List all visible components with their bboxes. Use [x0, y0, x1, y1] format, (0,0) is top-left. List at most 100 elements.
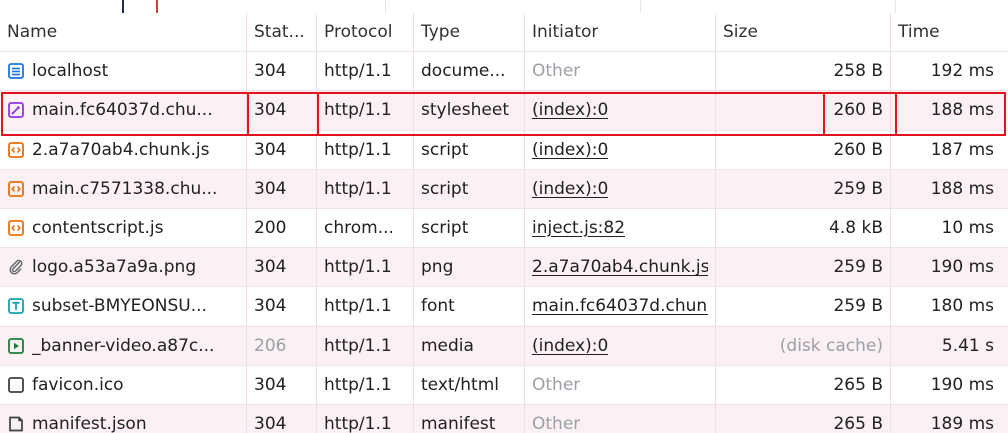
- column-header-size[interactable]: Size: [716, 13, 891, 52]
- timeline-overview: [0, 0, 1008, 13]
- request-size-cell: (disk cache): [716, 326, 891, 365]
- request-name-cell[interactable]: contentscript.js: [0, 208, 247, 248]
- request-status-cell: 200: [247, 208, 317, 248]
- request-size-cell: 265 B: [716, 404, 891, 433]
- image-icon: [7, 258, 25, 276]
- request-size-cell: 259 B: [716, 248, 891, 287]
- request-row[interactable]: logo.a53a7a9a.png 304 http/1.1 png 2.a7a…: [0, 248, 1008, 288]
- request-type-cell: script: [414, 208, 525, 248]
- timeline-gridline: [895, 0, 896, 13]
- request-name-cell[interactable]: main.fc64037d.chu...: [0, 91, 247, 130]
- request-time-cell: 188 ms: [930, 100, 994, 121]
- request-name-cell[interactable]: _banner-video.a87c...: [0, 326, 247, 365]
- request-size-cell: 259 B: [716, 287, 891, 326]
- request-protocol-cell: http/1.1: [317, 130, 414, 169]
- request-status-cell: 304: [247, 91, 317, 130]
- request-name-cell[interactable]: localhost: [0, 52, 247, 91]
- media-icon: [7, 337, 25, 355]
- initiator-link[interactable]: (index):0: [532, 336, 608, 356]
- script-icon: [7, 219, 25, 237]
- initiator-link[interactable]: (index):0: [532, 179, 608, 199]
- column-header-type[interactable]: Type: [414, 13, 525, 52]
- request-protocol-cell: http/1.1: [317, 365, 414, 404]
- request-type-cell: docume...: [414, 52, 525, 91]
- request-initiator-cell[interactable]: 2.a7a70ab4.chunk.js: [525, 248, 716, 287]
- request-type-cell: text/html: [414, 365, 525, 404]
- timeline-marker: [156, 0, 158, 13]
- initiator-link[interactable]: (index):0: [532, 100, 608, 120]
- request-status-cell: 304: [247, 52, 317, 91]
- request-name-cell[interactable]: 2.a7a70ab4.chunk.js: [0, 130, 247, 169]
- request-name: 2.a7a70ab4.chunk.js: [32, 139, 210, 160]
- request-initiator-cell[interactable]: (index):0: [525, 326, 716, 365]
- request-row[interactable]: localhost 304 http/1.1 docume... Other 2…: [0, 52, 1008, 92]
- request-protocol-cell: http/1.1: [317, 91, 414, 130]
- request-type-cell: stylesheet: [414, 91, 525, 130]
- request-time-cell: 188 ms: [930, 178, 994, 199]
- request-name: contentscript.js: [32, 218, 164, 239]
- favicon-icon: [7, 376, 25, 394]
- column-header-initiator[interactable]: Initiator: [525, 13, 716, 52]
- request-time-cell: 187 ms: [930, 139, 994, 160]
- request-size-cell: 265 B: [716, 365, 891, 404]
- request-time-cell: 180 ms: [930, 296, 994, 317]
- initiator-link[interactable]: inject.js:82: [532, 218, 625, 238]
- timeline-marker: [122, 0, 124, 13]
- network-panel: Name Stat... Protocol Type Initiator Siz…: [0, 0, 1008, 433]
- request-row[interactable]: _banner-video.a87c... 206 http/1.1 media…: [0, 326, 1008, 366]
- request-initiator-cell[interactable]: main.fc64037d.chunk: [525, 287, 716, 326]
- request-status-cell: 304: [247, 287, 317, 326]
- request-initiator-cell[interactable]: (index):0: [525, 169, 716, 208]
- request-name: logo.a53a7a9a.png: [32, 257, 197, 278]
- request-name: localhost: [32, 61, 109, 82]
- request-name: subset-BMYEONSU...: [32, 296, 207, 317]
- request-size-cell: 259 B: [716, 169, 891, 208]
- timeline-gridline: [385, 0, 386, 13]
- request-name-cell[interactable]: manifest.json: [0, 404, 247, 433]
- script-icon: [7, 180, 25, 198]
- request-type-cell: font: [414, 287, 525, 326]
- request-status-cell: 304: [247, 130, 317, 169]
- request-row[interactable]: subset-BMYEONSU... 304 http/1.1 font mai…: [0, 287, 1008, 327]
- request-protocol-cell: http/1.1: [317, 169, 414, 208]
- request-protocol-cell: http/1.1: [317, 248, 414, 287]
- table-header-row: Name Stat... Protocol Type Initiator Siz…: [0, 13, 1008, 53]
- request-initiator-cell[interactable]: (index):0: [525, 130, 716, 169]
- request-size-cell: 258 B: [716, 52, 891, 91]
- request-name: manifest.json: [32, 413, 147, 433]
- request-initiator-cell[interactable]: inject.js:82: [525, 208, 716, 248]
- request-name-cell[interactable]: favicon.ico: [0, 365, 247, 404]
- requests-table: Name Stat... Protocol Type Initiator Siz…: [0, 13, 1008, 433]
- script-icon: [7, 141, 25, 159]
- request-initiator-cell: Other: [525, 365, 716, 404]
- request-name: main.fc64037d.chu...: [32, 100, 213, 121]
- request-row[interactable]: main.fc64037d.chu... 304 http/1.1 styles…: [0, 91, 1008, 131]
- request-name: favicon.ico: [32, 374, 124, 395]
- request-row[interactable]: contentscript.js 200 chrom... script inj…: [0, 208, 1008, 249]
- request-row[interactable]: manifest.json 304 http/1.1 manifest Othe…: [0, 404, 1008, 433]
- request-size-cell: 260 B: [716, 130, 891, 169]
- request-size-cell: 260 B: [716, 91, 891, 130]
- request-row[interactable]: 2.a7a70ab4.chunk.js 304 http/1.1 script …: [0, 130, 1008, 170]
- initiator-link[interactable]: (index):0: [532, 140, 608, 160]
- initiator-link[interactable]: main.fc64037d.chunk: [532, 296, 708, 316]
- request-time-cell: 189 ms: [930, 413, 994, 433]
- request-name-cell[interactable]: logo.a53a7a9a.png: [0, 248, 247, 287]
- request-type-cell: png: [414, 248, 525, 287]
- request-protocol-cell: http/1.1: [317, 326, 414, 365]
- request-time-cell: 192 ms: [930, 61, 994, 82]
- request-size-cell: 4.8 kB: [716, 208, 891, 248]
- column-header-time[interactable]: Time: [891, 13, 1001, 51]
- request-row[interactable]: main.c7571338.chu... 304 http/1.1 script…: [0, 169, 1008, 209]
- column-header-name[interactable]: Name: [0, 13, 247, 52]
- column-header-protocol[interactable]: Protocol: [317, 13, 414, 52]
- request-name-cell[interactable]: subset-BMYEONSU...: [0, 287, 247, 326]
- column-header-status[interactable]: Stat...: [247, 13, 317, 52]
- request-initiator-cell: Other: [525, 404, 716, 433]
- request-protocol-cell: http/1.1: [317, 404, 414, 433]
- initiator-link[interactable]: 2.a7a70ab4.chunk.js: [532, 257, 708, 277]
- request-row[interactable]: favicon.ico 304 http/1.1 text/html Other…: [0, 365, 1008, 405]
- request-time-cell: 190 ms: [930, 257, 994, 278]
- request-initiator-cell[interactable]: (index):0: [525, 91, 716, 130]
- request-name-cell[interactable]: main.c7571338.chu...: [0, 169, 247, 208]
